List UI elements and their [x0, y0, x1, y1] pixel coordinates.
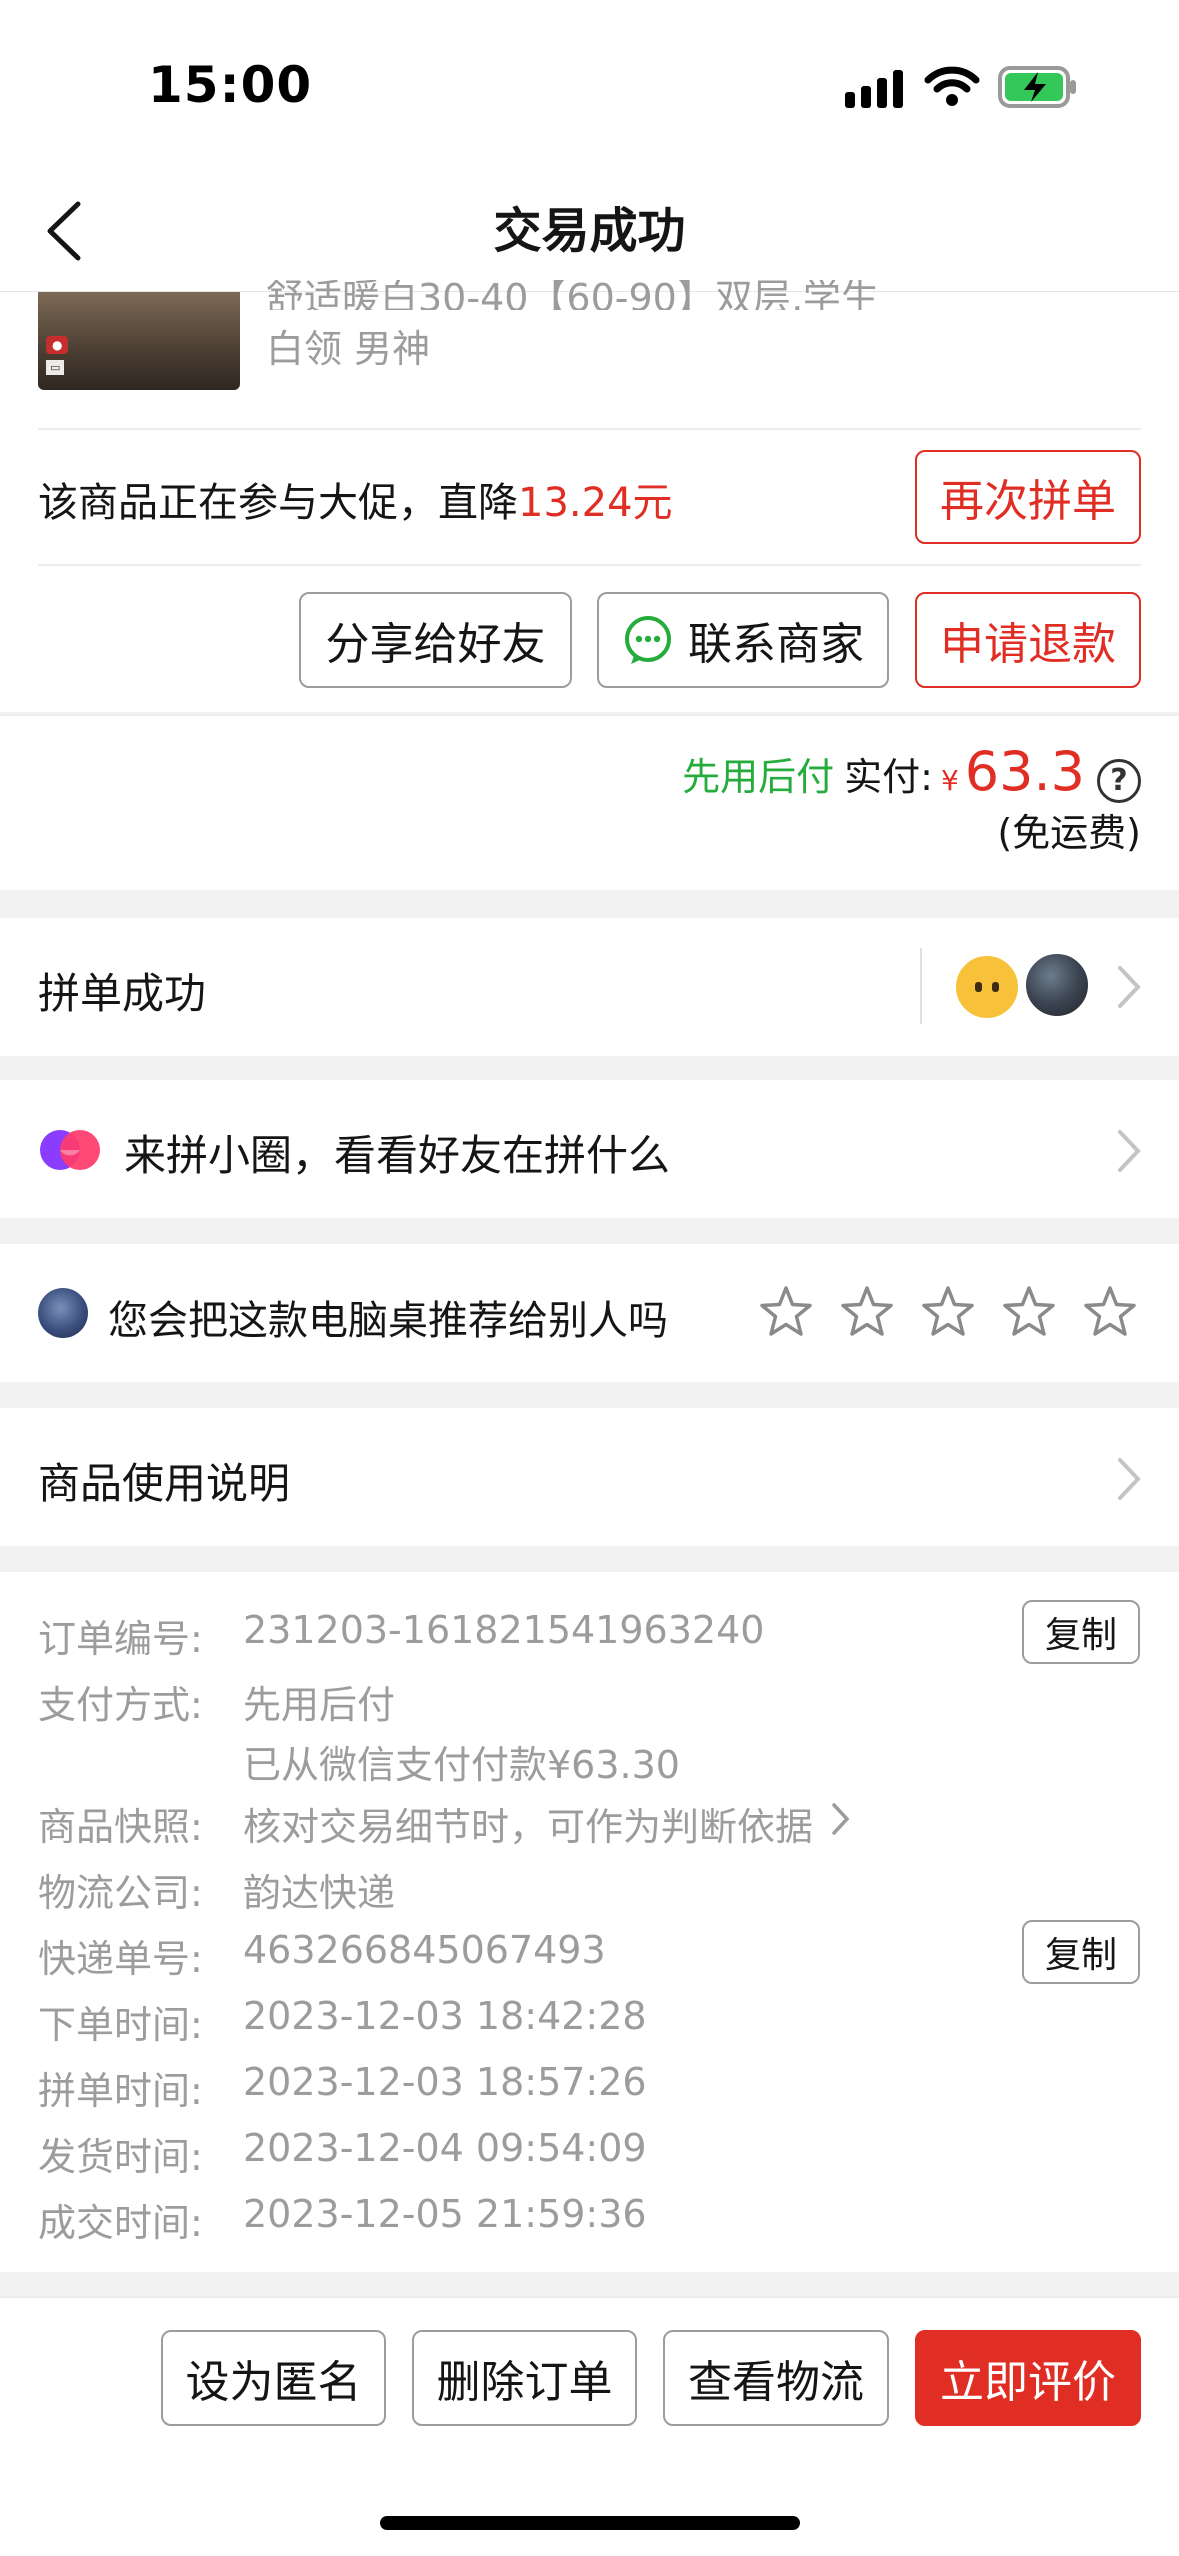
- thumbnail-badge: ●: [46, 336, 69, 354]
- snapshot-value: 核对交易细节时，可作为判断依据: [243, 1805, 814, 1849]
- payment-method-key: 支付方式:: [38, 1683, 203, 1727]
- tracking-number-key: 快递单号:: [38, 1937, 203, 1981]
- pay-later-tag: 先用后付: [682, 755, 835, 799]
- paid-label: 实付:: [844, 755, 933, 799]
- deal-time-value: 2023-12-05 21:59:36: [243, 2192, 647, 2236]
- star-icon[interactable]: [1001, 1284, 1057, 1340]
- chevron-right-icon: [832, 1803, 850, 1835]
- group-time-key: 拼单时间:: [38, 2069, 203, 2113]
- deal-time-key: 成交时间:: [38, 2201, 203, 2245]
- ship-time-value: 2023-12-04 09:54:09: [243, 2126, 647, 2170]
- ship-time-key: 发货时间:: [38, 2135, 203, 2179]
- product-title-line2[interactable]: 白领 男神: [266, 318, 430, 373]
- review-now-button[interactable]: 立即评价: [915, 2330, 1141, 2426]
- logistics-company-row: 物流公司: 韵达快递: [38, 1862, 395, 1917]
- product-thumbnail[interactable]: ● ▭: [38, 292, 240, 390]
- battery-charging-icon: [998, 66, 1076, 108]
- paid-amount: 63.3: [964, 740, 1085, 803]
- chevron-right-icon: [1118, 1130, 1141, 1172]
- free-shipping-note: (免运费): [997, 811, 1141, 855]
- tracking-number-row: 快递单号: 463266845067493: [38, 1928, 606, 1983]
- promo-text: 该商品正在参与大促，直降13.24元: [38, 470, 673, 528]
- tracking-number-value: 463266845067493: [243, 1928, 606, 1972]
- thumbnail-caption: ▭: [46, 360, 65, 375]
- contact-seller-button[interactable]: 联系商家: [597, 592, 889, 688]
- emoji-avatar: [952, 952, 1022, 1022]
- chevron-right-icon: [1118, 1458, 1141, 1500]
- star-icon[interactable]: [839, 1284, 895, 1340]
- payment-detail-row: 已从微信支付付款¥63.30: [243, 1734, 680, 1789]
- friend-circle-label: 来拼小圈，看看好友在拼什么: [124, 1131, 671, 1180]
- order-number-row: 订单编号: 231203-161821541963240: [38, 1608, 764, 1663]
- snapshot-key: 商品快照:: [38, 1805, 203, 1849]
- logistics-company-value: 韵达快递: [243, 1871, 396, 1915]
- order-number-key: 订单编号:: [38, 1617, 203, 1661]
- product-title-line1[interactable]: 舒适暖白30-40【60-90】双层,学生: [266, 280, 966, 310]
- group-time-row: 拼单时间: 2023-12-03 18:57:26: [38, 2060, 647, 2115]
- copy-tracking-number-button[interactable]: 复制: [1022, 1920, 1140, 1984]
- recommend-question: 您会把这款电脑桌推荐给别人吗: [108, 1298, 668, 1344]
- payment-method-value: 先用后付: [243, 1683, 396, 1727]
- help-icon[interactable]: ?: [1097, 759, 1141, 803]
- user-avatar: [1022, 950, 1092, 1020]
- star-icon[interactable]: [758, 1284, 814, 1340]
- cellular-signal-icon: [845, 68, 903, 108]
- circle-logo-icon: [40, 1130, 100, 1170]
- divider: [920, 948, 922, 1024]
- snapshot-row[interactable]: 商品快照: 核对交易细节时，可作为判断依据: [38, 1796, 851, 1851]
- group-success-label: 拼单成功: [38, 969, 207, 1018]
- share-button[interactable]: 分享给好友: [299, 592, 572, 688]
- delete-order-button[interactable]: 删除订单: [412, 2330, 637, 2426]
- order-number-value: 231203-161821541963240: [243, 1608, 765, 1652]
- chat-bubble-icon: [625, 616, 671, 664]
- copy-order-number-button[interactable]: 复制: [1022, 1600, 1140, 1664]
- payment-line: 先用后付 实付: ¥ 63.3 ?: [682, 740, 1141, 803]
- home-indicator: [380, 2516, 800, 2530]
- page-title: 交易成功: [493, 203, 686, 259]
- star-icon[interactable]: [920, 1284, 976, 1340]
- view-logistics-button[interactable]: 查看物流: [663, 2330, 889, 2426]
- payment-method-row: 支付方式: 先用后付: [38, 1674, 395, 1729]
- star-icon[interactable]: [1082, 1284, 1138, 1340]
- contact-seller-label: 联系商家: [688, 619, 864, 670]
- user-avatar-small: [38, 1288, 88, 1338]
- order-time-value: 2023-12-03 18:42:28: [243, 1994, 647, 2038]
- status-time: 15:00: [148, 56, 313, 114]
- logistics-company-key: 物流公司:: [38, 1871, 203, 1915]
- promo-amount: 13.24元: [518, 480, 673, 526]
- order-time-key: 下单时间:: [38, 2003, 203, 2047]
- divider: [38, 428, 1141, 430]
- ship-time-row: 发货时间: 2023-12-04 09:54:09: [38, 2126, 647, 2181]
- set-anonymous-button[interactable]: 设为匿名: [161, 2330, 386, 2426]
- usage-instructions-label: 商品使用说明: [38, 1459, 291, 1508]
- order-time-row: 下单时间: 2023-12-03 18:42:28: [38, 1994, 647, 2049]
- group-time-value: 2023-12-03 18:57:26: [243, 2060, 647, 2104]
- deal-time-row: 成交时间: 2023-12-05 21:59:36: [38, 2192, 647, 2247]
- reorder-button[interactable]: 再次拼单: [915, 450, 1141, 544]
- wifi-icon: [924, 66, 980, 106]
- currency-symbol: ¥: [940, 764, 959, 797]
- promo-prefix: 该商品正在参与大促，直降: [38, 480, 518, 526]
- refund-button[interactable]: 申请退款: [915, 592, 1141, 688]
- divider: [38, 564, 1141, 566]
- chevron-right-icon: [1118, 966, 1141, 1008]
- payment-detail-value: 已从微信支付付款¥63.30: [243, 1743, 680, 1787]
